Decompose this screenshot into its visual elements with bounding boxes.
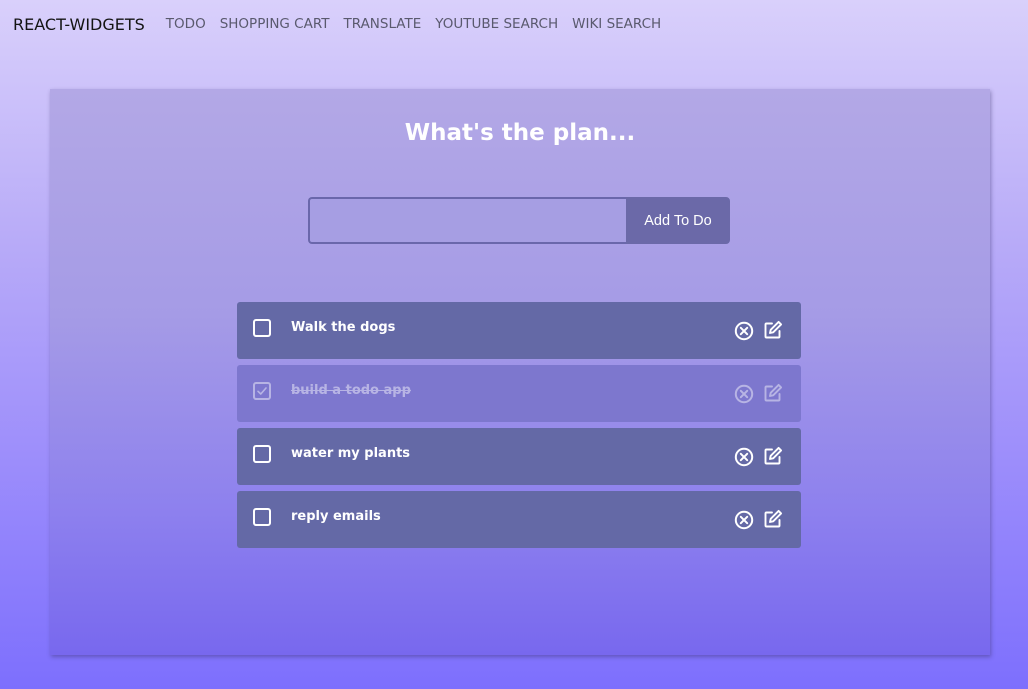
nav-link-wiki-search[interactable]: WIKI SEARCH [572,16,661,32]
nav-link-translate[interactable]: TRANSLATE [343,16,421,32]
todo-text: build a todo app [291,383,411,398]
todo-item: build a todo app [237,365,801,422]
todo-form: Add To Do [308,197,730,244]
todo-text: Walk the dogs [291,320,396,335]
todo-checkbox[interactable] [253,319,271,337]
circle-x-icon[interactable] [734,384,754,404]
nav-link-shopping-cart[interactable]: SHOPPING CART [220,16,330,32]
pencil-square-icon[interactable] [763,446,783,466]
brand-link[interactable]: REACT-WIDGETS [13,15,145,34]
page-title: What's the plan... [404,120,636,146]
todo-list: Walk the dogs build a todo app water my … [237,302,801,554]
todo-text: water my plants [291,446,411,461]
todo-item: water my plants [237,428,801,485]
checkmark-icon [257,387,267,395]
todo-panel: What's the plan... Add To Do Walk the do… [50,89,990,655]
todo-checkbox[interactable] [253,508,271,526]
pencil-square-icon[interactable] [763,509,783,529]
top-navbar: REACT-WIDGETS TODO SHOPPING CART TRANSLA… [0,0,1028,48]
todo-item: Walk the dogs [237,302,801,359]
add-todo-button[interactable]: Add To Do [626,197,730,244]
todo-input[interactable] [308,197,626,244]
todo-item: reply emails [237,491,801,548]
todo-text: reply emails [291,509,381,524]
nav-link-youtube-search[interactable]: YOUTUBE SEARCH [435,16,558,32]
circle-x-icon[interactable] [734,321,754,341]
todo-checkbox[interactable] [253,382,271,400]
pencil-square-icon[interactable] [763,383,783,403]
pencil-square-icon[interactable] [763,320,783,340]
circle-x-icon[interactable] [734,447,754,467]
todo-checkbox[interactable] [253,445,271,463]
nav-link-todo[interactable]: TODO [166,16,206,32]
circle-x-icon[interactable] [734,510,754,530]
